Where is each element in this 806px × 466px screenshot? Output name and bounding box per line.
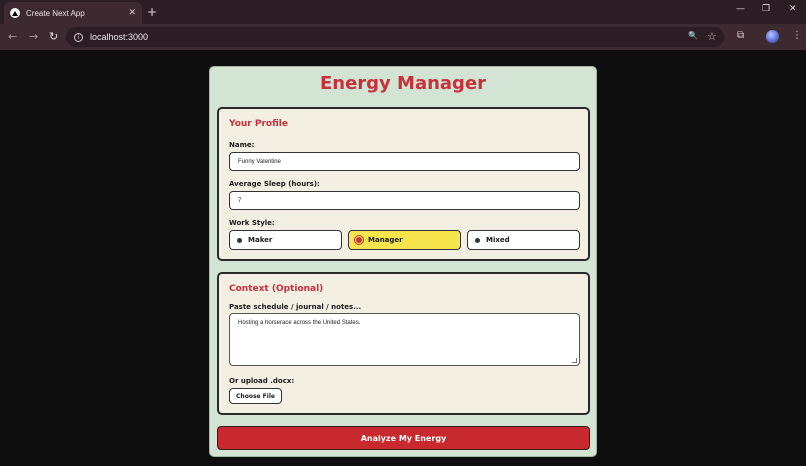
work-style-mixed[interactable]: Mixed xyxy=(467,230,580,250)
url-text: localhost:3000 xyxy=(90,32,149,42)
work-style-label: Mixed xyxy=(486,236,510,244)
analyze-button[interactable]: Analyze My Energy xyxy=(217,426,590,450)
context-heading: Context (Optional) xyxy=(229,284,324,294)
cast-icon[interactable]: ⧉ xyxy=(737,30,744,41)
browser-menu-icon[interactable]: ⋮ xyxy=(792,30,802,41)
notes-text: Hosting a horserace across the United St… xyxy=(238,320,361,326)
close-tab-icon[interactable]: ✕ xyxy=(128,8,136,18)
work-style-label: Maker xyxy=(248,236,273,244)
resize-grip-icon[interactable] xyxy=(572,358,577,363)
site-info-icon[interactable]: i xyxy=(74,32,83,42)
reload-icon[interactable]: ↻ xyxy=(49,30,58,43)
address-bar[interactable]: i localhost:3000 🔍 ☆ xyxy=(66,27,724,47)
page-title: Energy Manager xyxy=(319,73,487,94)
browser-tab[interactable]: Create Next App ✕ xyxy=(4,2,142,24)
browser-toolbar: ← → ↻ i localhost:3000 🔍 ☆ ⧉ xyxy=(0,24,806,50)
tab-title: Create Next App xyxy=(26,8,85,18)
radio-dot-icon xyxy=(237,237,242,243)
sleep-label: Average Sleep (hours): xyxy=(229,180,320,188)
tab-bar: Create Next App ✕ + — ❐ ✕ xyxy=(0,0,806,24)
close-window-icon[interactable]: ✕ xyxy=(789,4,797,14)
upload-label: Or upload .docx: xyxy=(229,377,295,385)
choose-file-button[interactable]: Choose File xyxy=(229,388,282,404)
zoom-icon[interactable]: 🔍 xyxy=(688,31,698,40)
name-input[interactable]: Funny Valentine xyxy=(229,152,580,171)
nextjs-favicon-icon xyxy=(10,8,20,18)
radio-dot-icon xyxy=(475,237,480,243)
profile-heading: Your Profile xyxy=(229,119,288,129)
energy-manager-card: Energy Manager Your Profile Name: Funny … xyxy=(209,66,597,457)
context-section: Context (Optional) Paste schedule / jour… xyxy=(217,272,590,415)
work-style-label: Work Style: xyxy=(229,219,275,227)
new-tab-button[interactable]: + xyxy=(147,5,157,19)
profile-section: Your Profile Name: Funny Valentine Avera… xyxy=(217,107,590,261)
work-style-label: Manager xyxy=(368,236,403,244)
radio-selected-icon xyxy=(356,237,362,243)
minimize-icon[interactable]: — xyxy=(736,4,745,14)
back-icon[interactable]: ← xyxy=(8,30,17,43)
bookmark-star-icon[interactable]: ☆ xyxy=(707,30,717,43)
forward-icon[interactable]: → xyxy=(29,30,38,43)
notes-label: Paste schedule / journal / notes... xyxy=(229,303,362,311)
notes-textarea[interactable]: Hosting a horserace across the United St… xyxy=(229,313,580,366)
sleep-input[interactable]: 7 xyxy=(229,191,580,210)
work-style-maker[interactable]: Maker xyxy=(229,230,342,250)
profile-avatar[interactable] xyxy=(766,30,779,43)
name-label: Name: xyxy=(229,141,255,149)
restore-icon[interactable]: ❐ xyxy=(762,4,770,14)
work-style-manager[interactable]: Manager xyxy=(348,230,461,250)
